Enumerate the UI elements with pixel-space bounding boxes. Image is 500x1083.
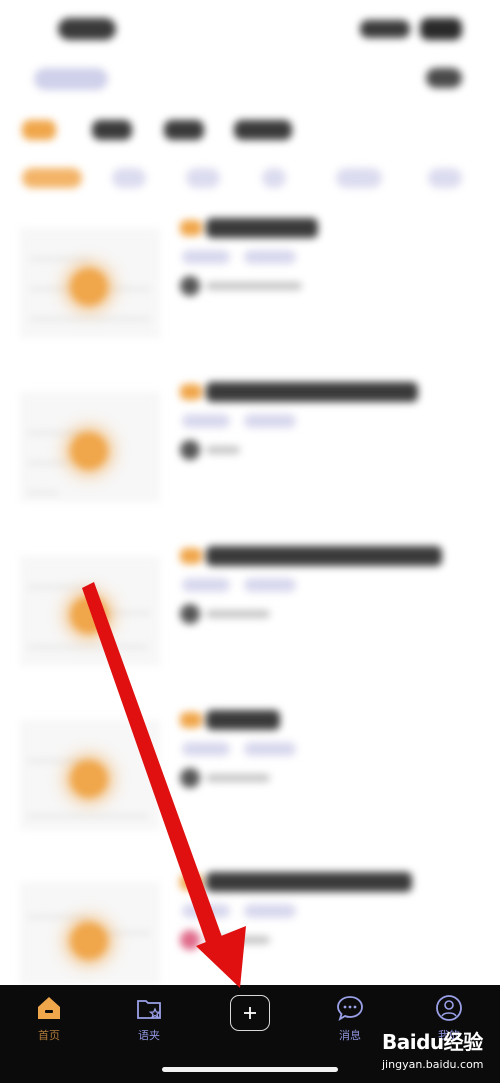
chip-5[interactable] bbox=[336, 168, 382, 188]
thumbnail bbox=[20, 392, 160, 502]
top-left-button[interactable] bbox=[34, 68, 108, 90]
tag bbox=[244, 250, 296, 264]
sun-icon bbox=[70, 760, 108, 798]
card-title bbox=[206, 546, 442, 566]
badge bbox=[180, 712, 202, 728]
tag bbox=[244, 904, 296, 918]
list-item[interactable] bbox=[0, 208, 500, 358]
thumbnail bbox=[20, 882, 160, 985]
tab-2[interactable] bbox=[92, 120, 132, 140]
tab-home[interactable]: 首页 bbox=[14, 993, 84, 1055]
badge bbox=[180, 548, 202, 564]
card-title bbox=[206, 872, 412, 892]
status-time bbox=[58, 18, 116, 40]
battery-icon bbox=[420, 18, 462, 40]
badge bbox=[180, 220, 202, 236]
sun-icon bbox=[70, 268, 108, 306]
chip-2[interactable] bbox=[112, 168, 146, 188]
tag bbox=[182, 250, 230, 264]
avatar bbox=[180, 440, 200, 460]
tab-collection-label: 语夹 bbox=[138, 1029, 160, 1042]
avatar bbox=[180, 276, 200, 296]
chip-4[interactable] bbox=[262, 168, 286, 188]
status-bar bbox=[0, 0, 500, 60]
thumbnail bbox=[20, 556, 160, 666]
avatar bbox=[180, 930, 200, 950]
author bbox=[206, 282, 302, 290]
badge bbox=[180, 384, 202, 400]
sun-icon bbox=[70, 922, 108, 960]
tab-3[interactable] bbox=[164, 120, 204, 140]
chip-6[interactable] bbox=[428, 168, 462, 188]
chip-3[interactable] bbox=[186, 168, 220, 188]
badge bbox=[180, 874, 202, 890]
thumbnail bbox=[20, 720, 160, 830]
tag bbox=[244, 414, 296, 428]
create-button[interactable] bbox=[230, 995, 270, 1031]
list-item[interactable] bbox=[0, 372, 500, 522]
tab-collection[interactable]: 语夹 bbox=[114, 993, 184, 1055]
list-item[interactable] bbox=[0, 862, 500, 985]
tag bbox=[182, 904, 230, 918]
author bbox=[206, 610, 270, 618]
baidu-watermark: Baidu经验 jingyan.baidu.com bbox=[380, 1024, 498, 1080]
watermark-url: jingyan.baidu.com bbox=[382, 1058, 484, 1071]
tag bbox=[182, 578, 230, 592]
tag bbox=[244, 578, 296, 592]
tag bbox=[244, 742, 296, 756]
tab-active[interactable] bbox=[22, 120, 56, 140]
list-item[interactable] bbox=[0, 536, 500, 686]
home-indicator bbox=[162, 1067, 338, 1072]
home-icon bbox=[38, 997, 60, 1019]
tag bbox=[182, 414, 230, 428]
top-right-button[interactable] bbox=[426, 68, 462, 88]
blurred-content bbox=[0, 0, 500, 985]
sun-icon bbox=[70, 596, 108, 634]
card-title bbox=[206, 382, 418, 402]
thumbnail bbox=[20, 228, 160, 338]
chat-bubble-icon bbox=[337, 996, 363, 1021]
avatar bbox=[180, 604, 200, 624]
sun-icon bbox=[70, 432, 108, 470]
author bbox=[206, 936, 270, 944]
tag bbox=[182, 742, 230, 756]
card-title bbox=[206, 218, 318, 238]
card-title bbox=[206, 710, 280, 730]
tab-messages[interactable]: 消息 bbox=[315, 993, 385, 1055]
watermark-logo-text: Baidu经验 bbox=[382, 1030, 483, 1054]
chip-active[interactable] bbox=[22, 168, 82, 188]
folder-star-icon bbox=[137, 1000, 162, 1019]
tab-4[interactable] bbox=[234, 120, 292, 140]
plus-icon bbox=[244, 1007, 256, 1019]
avatar bbox=[180, 768, 200, 788]
tab-home-label: 首页 bbox=[38, 1029, 60, 1042]
tab-messages-label: 消息 bbox=[339, 1029, 361, 1042]
person-icon bbox=[436, 995, 462, 1021]
author bbox=[206, 446, 240, 454]
signal-icon bbox=[360, 20, 410, 38]
list-item[interactable] bbox=[0, 700, 500, 850]
author bbox=[206, 774, 270, 782]
